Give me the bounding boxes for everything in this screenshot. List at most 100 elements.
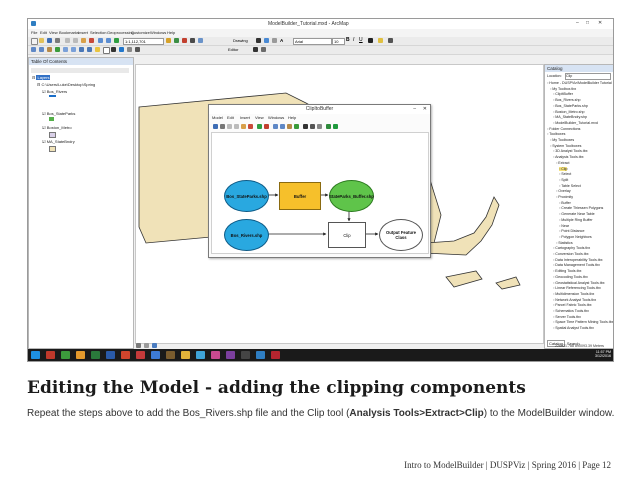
mb-add-data-icon[interactable]	[257, 124, 262, 129]
toc-layers[interactable]: ⊟ Layers	[32, 75, 51, 80]
mb-zoom-out-icon[interactable]	[280, 124, 285, 129]
catalog-item[interactable]: ▫ Multiple Ring Buffer	[559, 218, 593, 222]
catalog-item[interactable]: ▫ Polygon Neighbors	[559, 235, 592, 239]
pan-icon[interactable]	[47, 47, 52, 52]
find-icon[interactable]	[127, 47, 132, 52]
outlook-icon[interactable]	[151, 351, 160, 359]
mb-print-icon[interactable]	[220, 124, 225, 129]
zoom-in-icon[interactable]	[31, 47, 36, 52]
clear-selection-icon[interactable]	[103, 47, 110, 54]
mb-menu-model[interactable]: Model	[212, 115, 223, 120]
copy-icon[interactable]	[73, 38, 78, 43]
arctoolbox-icon[interactable]	[182, 38, 187, 43]
paste-icon[interactable]	[81, 38, 86, 43]
input-bos-stateparks-node[interactable]: Bos_StateParks.shp	[224, 180, 269, 212]
minimize-button[interactable]: –	[576, 20, 579, 26]
italic-button[interactable]: I	[353, 37, 354, 43]
cut-icon[interactable]	[65, 38, 70, 43]
tool-clip-node[interactable]: Clip	[328, 222, 366, 248]
catalog-location-input[interactable]: Clip	[565, 73, 611, 80]
arcmap-taskbar-icon[interactable]	[256, 351, 265, 359]
catalog-item[interactable]: ▫ Buffer	[559, 201, 571, 205]
catalog-item[interactable]: ▫ Near	[559, 224, 569, 228]
task-view-icon[interactable]	[46, 351, 55, 359]
catalog-item[interactable]: ▫ My Toolboxes	[550, 138, 574, 142]
catalog-item[interactable]: ▫ Home - DUSPViz\ModelBuilder Tutorial	[547, 81, 612, 85]
menu-insert[interactable]: Insert	[78, 30, 88, 35]
mb-minimize-button[interactable]: –	[413, 105, 416, 114]
toc-layer-bos-rivers[interactable]: ☑ Bos_Rivers	[42, 89, 67, 94]
zoom-out-icon[interactable]	[39, 47, 44, 52]
rotate-icon[interactable]	[264, 38, 269, 43]
mb-paste-icon[interactable]	[241, 124, 246, 129]
catalog-item[interactable]: ▫ Spatial Analyst Tools.tbx	[553, 326, 594, 330]
catalog-item[interactable]: ▫ Geostatistical Analyst Tools.tbx	[553, 281, 605, 285]
fill-color-icon[interactable]	[378, 38, 383, 43]
catalog-item[interactable]: ▫ Split	[559, 178, 568, 182]
mb-cut-icon[interactable]	[227, 124, 232, 129]
mb-menu-insert[interactable]: Insert	[240, 115, 250, 120]
chrome-icon[interactable]	[76, 351, 85, 359]
app-icon[interactable]	[271, 351, 280, 359]
catalog-item[interactable]: ▫ Multidimension Tools.tbx	[553, 292, 594, 296]
toc-path[interactable]: ⊟ C:\Users\Luke\Desktop\Spring	[37, 82, 95, 87]
text-tool-icon[interactable]: A	[280, 38, 283, 43]
toc-layer-boston-metro[interactable]: ☑ Boston_Metro	[42, 125, 72, 130]
catalog-item[interactable]: ▫ Geocoding Tools.tbx	[553, 275, 588, 279]
save-icon[interactable]	[47, 38, 52, 43]
mb-auto-layout-icon[interactable]	[317, 124, 322, 129]
app-icon[interactable]	[241, 351, 250, 359]
open-folder-icon[interactable]	[39, 38, 44, 43]
excel-icon[interactable]	[91, 351, 100, 359]
app-icon[interactable]	[181, 351, 190, 359]
catalog-item[interactable]: ▫ ClipItBuffer	[553, 92, 573, 96]
editor-menu[interactable]: Editor	[228, 47, 238, 52]
new-document-icon[interactable]	[31, 38, 38, 45]
toc-layer-ma-statebndry[interactable]: ☑ MA_StateBndry	[42, 139, 75, 144]
mb-connect-icon[interactable]	[310, 124, 315, 129]
indesign-icon[interactable]	[211, 351, 220, 359]
catalog-item[interactable]: ▫ Point Distance	[559, 229, 584, 233]
menu-windows[interactable]: Windows	[150, 30, 166, 35]
app-icon[interactable]	[196, 351, 205, 359]
catalog-item[interactable]: ▫ Data Interoperability Tools.tbx	[553, 258, 603, 262]
mb-validate-icon[interactable]	[326, 124, 331, 129]
input-bos-rivers-node[interactable]: Bos_Rivers.shp	[224, 219, 269, 251]
underline-button[interactable]: U	[359, 37, 363, 43]
font-color-icon[interactable]	[368, 38, 373, 43]
app-icon[interactable]	[166, 351, 175, 359]
redo-icon[interactable]	[106, 38, 111, 43]
catalog-item[interactable]: ▫ Extract	[556, 161, 569, 165]
catalog-item[interactable]: ▫ 3D Analyst Tools.tbx	[553, 149, 588, 153]
forward-extent-icon[interactable]	[87, 47, 92, 52]
menu-view[interactable]: View	[49, 30, 58, 35]
back-extent-icon[interactable]	[79, 47, 84, 52]
catalog-item[interactable]: ▫ Clip	[559, 166, 568, 171]
catalog-item[interactable]: ▫ Parcel Fabric Tools.tbx	[553, 303, 592, 307]
catalog-item[interactable]: ▫ System Toolboxes	[550, 144, 581, 148]
mb-delete-icon[interactable]	[248, 124, 253, 129]
catalog-window-icon[interactable]	[174, 38, 179, 43]
catalog-item[interactable]: ▫ Statistics	[556, 241, 573, 245]
powerpoint-icon[interactable]	[121, 351, 130, 359]
mb-menu-view[interactable]: View	[255, 115, 264, 120]
menu-file[interactable]: File	[31, 30, 37, 35]
bold-button[interactable]: B	[346, 37, 350, 43]
maximize-button[interactable]: □	[586, 20, 589, 26]
print-icon[interactable]	[55, 38, 60, 43]
catalog-item[interactable]: ▫ Toolboxes	[547, 132, 565, 136]
python-window-icon[interactable]	[190, 38, 195, 43]
identify-icon[interactable]	[119, 47, 124, 52]
undo-icon[interactable]	[98, 38, 103, 43]
catalog-item[interactable]: ▫ Bos_StateParks.shp	[553, 104, 588, 108]
mb-full-extent-icon[interactable]	[294, 124, 299, 129]
catalog-item[interactable]: ▫ Overlay	[556, 189, 571, 193]
menu-customize[interactable]: Customize	[131, 30, 150, 35]
menu-bookmarks[interactable]: Bookmarks	[59, 30, 79, 35]
catalog-item[interactable]: ▫ Bos_Rivers.shp	[553, 98, 580, 102]
full-extent-icon[interactable]	[55, 47, 60, 52]
edit-tool-icon[interactable]	[253, 47, 258, 52]
tool-buffer-node[interactable]: Buffer	[279, 182, 321, 210]
catalog-item[interactable]: ▫ ModelBuilder_Tutorial.mxd	[553, 121, 598, 125]
clock[interactable]: 11:57 PM 3/12/2016	[576, 350, 611, 358]
